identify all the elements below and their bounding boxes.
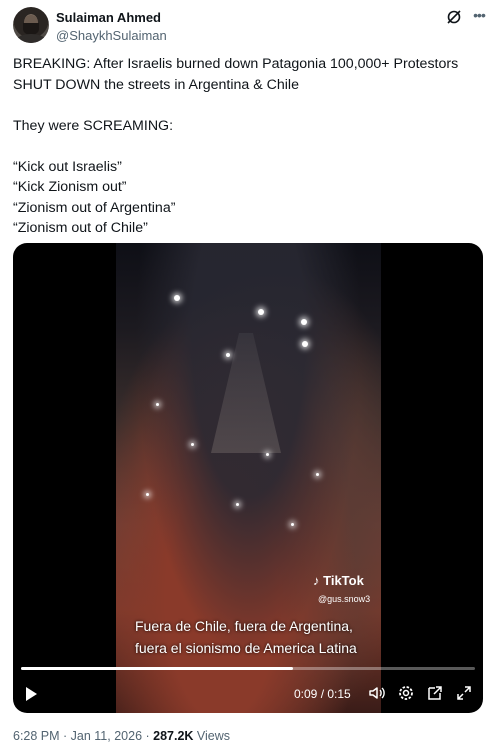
tweet-line: “Kick Zionism out” [13, 179, 127, 195]
volume-icon[interactable] [368, 684, 386, 702]
author-name[interactable]: Sulaiman Ahmed [56, 10, 161, 25]
avatar[interactable] [13, 7, 49, 43]
tiktok-user: @gus.snow3 [318, 594, 371, 604]
tiktok-label: TikTok [323, 573, 364, 588]
caption-line: fuera el sionismo de America Latina [135, 640, 357, 656]
more-icon[interactable]: ••• [470, 8, 488, 26]
views-label: Views [193, 729, 231, 743]
tweet-line: “Zionism out of Chile” [13, 220, 148, 236]
grok-icon[interactable] [446, 9, 462, 25]
video-caption: Fuera de Chile, fuera de Argentina, fuer… [135, 615, 375, 659]
popout-icon[interactable] [426, 684, 444, 702]
video-controls: 0:09 / 0:15 [13, 679, 483, 707]
fullscreen-icon[interactable] [455, 684, 473, 702]
video-player[interactable]: ♪ TikTok @gus.snow3 Fuera de Chile, fuer… [13, 243, 483, 713]
tweet-text: BREAKING: After Israelis burned down Pat… [13, 54, 491, 239]
tweet-line: “Zionism out of Argentina” [13, 199, 176, 216]
progress-fill [21, 667, 294, 670]
caption-line: Fuera de Chile, fuera de Argentina, [135, 618, 353, 634]
view-count: 287.2K [153, 729, 194, 743]
tweet-header: Sulaiman Ahmed @ShaykhSulaiman ••• [13, 4, 488, 44]
tweet-line: BREAKING: After Israelis burned down Pat… [13, 56, 459, 72]
settings-icon[interactable] [397, 684, 415, 702]
tweet-line: SHUT DOWN the streets in Argentina & Chi… [13, 76, 299, 93]
tiktok-watermark: ♪ TikTok [313, 573, 364, 588]
tweet-line: “Kick out Israelis” [13, 158, 122, 175]
tweet-line: They were SCREAMING: [13, 117, 174, 134]
tweet-timestamp[interactable]: 6:28 PM · Jan 11, 2026 · [13, 729, 153, 743]
progress-bar[interactable] [21, 667, 475, 670]
author-handle[interactable]: @ShaykhSulaiman [56, 28, 167, 43]
video-time: 0:09 / 0:15 [294, 687, 351, 701]
play-icon[interactable] [26, 687, 37, 701]
tweet-meta: 6:28 PM · Jan 11, 2026 · 287.2K Views [13, 729, 230, 743]
